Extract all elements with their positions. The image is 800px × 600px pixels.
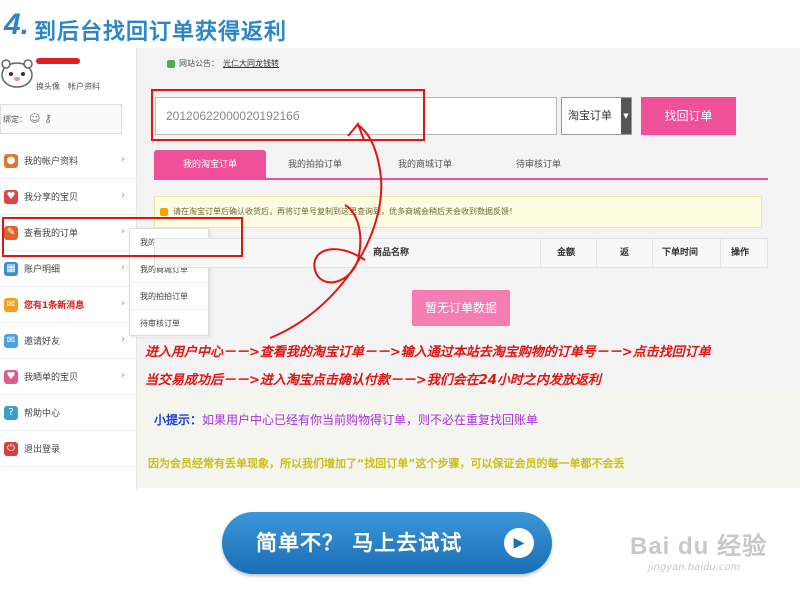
instruction-step-1: 进入用户中心－－>查看我的淘宝订单－－>输入通过本站去淘宝购物的订单号－－>点击… [145, 345, 711, 360]
col-amount: 金额 [557, 248, 576, 258]
lost-order-warning: 因为会员经常有丢单现象，所以我们增加了“找回订单”这个步骤，可以保证会员的每一单… [148, 457, 625, 470]
bind-account-icons[interactable]: ☺ ⚷ [29, 112, 52, 125]
sidebar-item-label: 您有1条新消息 [24, 301, 85, 311]
share-icon: ♥ [4, 369, 18, 384]
sidebar-item-shared[interactable]: ♥ 我分享的宝贝 › [0, 179, 137, 215]
step-heading: 4. 到后台找回订单获得返利 [0, 6, 800, 46]
chevron-right-icon: › [121, 370, 125, 381]
sidebar-item-label: 邀请好友 [24, 337, 61, 347]
sidebar-item-label: 帮助中心 [24, 409, 61, 419]
hint-title: 小提示： [154, 413, 203, 427]
column-divider [720, 239, 721, 267]
find-order-button[interactable]: 找回订单 [641, 97, 736, 135]
submenu-item-pending[interactable]: 待审核订单 [130, 310, 208, 337]
col-rebate: 返 [620, 248, 630, 258]
hint-text: 如果用户中心已经有你当前购物得订单，则不必在重复找回账单 [202, 413, 539, 427]
watermark-url: jingyan.baidu.com [648, 562, 741, 573]
message-icon: ✉ [4, 297, 18, 312]
sidebar-item-messages[interactable]: ✉ 您有1条新消息 › [0, 287, 137, 323]
sidebar-item-invite[interactable]: ✉ 邀请好友 › [0, 323, 137, 359]
try-now-button[interactable]: 简单不？ 马上去试试 ▶ [222, 512, 552, 574]
account-icon: ▦ [4, 261, 18, 276]
column-divider [652, 239, 653, 267]
highlight-orders-menu [2, 217, 243, 257]
chevron-right-icon: › [121, 298, 125, 309]
sidebar-item-label: 退出登录 [24, 445, 61, 455]
tab-pending-orders[interactable]: 待审核订单 [516, 150, 561, 180]
instruction-step-2: 当交易成功后－－>进入淘宝点击确认付款－－>我们会在24小时之内发放返利 [145, 373, 601, 388]
user-sidebar: 换头像 帐户资料 绑定： ☺ ⚷ ● 我的帐户资料 › ♥ 我分享的宝贝 › ✎… [0, 48, 137, 490]
change-avatar-link[interactable]: 换头像 [36, 81, 60, 92]
hint-panel [138, 388, 800, 488]
step-title: 到后台找回订单获得返利 [34, 20, 288, 45]
order-type-select[interactable]: 淘宝订单 ▼ [561, 97, 632, 135]
baidu-watermark: Bai du 经验 jingyan.baidu.com [630, 510, 795, 590]
column-divider [596, 239, 597, 267]
invite-icon: ✉ [4, 333, 18, 348]
warning-icon [160, 208, 168, 216]
avatar[interactable] [0, 58, 34, 88]
play-arrow-icon: ▶ [504, 528, 534, 558]
sidebar-item-help[interactable]: ? 帮助中心 [0, 395, 137, 431]
col-order-time: 下单时间 [662, 248, 699, 258]
chevron-right-icon: › [121, 334, 125, 345]
step-number: 4. [4, 8, 30, 41]
sidebar-item-label: 账户明细 [24, 265, 61, 275]
sidebar-item-label: 我分享的宝贝 [24, 193, 79, 203]
user-icon: ● [4, 153, 18, 168]
chevron-right-icon: › [121, 190, 125, 201]
username-redacted [36, 58, 80, 64]
chevron-right-icon: › [121, 262, 125, 273]
help-icon: ? [4, 405, 18, 420]
site-notice: 网站公告： 光仁大同龙钱转 [167, 58, 279, 69]
sidebar-menu: ● 我的帐户资料 › ♥ 我分享的宝贝 › ✎ 查看我的订单 › ▦ 账户明细 … [0, 143, 137, 467]
chevron-right-icon: › [121, 154, 125, 165]
sidebar-item-label: 我的帐户资料 [24, 157, 79, 167]
watermark-logo-text: Bai du 经验 [630, 533, 768, 560]
sidebar-item-logout[interactable]: ⏻ 退出登录 [0, 431, 137, 467]
notice-label: 网站公告： [179, 59, 219, 68]
logout-icon: ⏻ [4, 441, 18, 456]
account-info-link[interactable]: 帐户资料 [68, 81, 100, 92]
cta-label: 简单不？ 马上去试试 [256, 531, 463, 555]
order-type-value: 淘宝订单 [568, 109, 612, 122]
bind-label: 绑定： [3, 115, 27, 124]
column-divider [540, 239, 541, 267]
bind-box: 绑定： ☺ ⚷ [0, 104, 122, 134]
sidebar-item-label: 我晒单的宝贝 [24, 373, 79, 383]
annotation-arrow [269, 122, 383, 339]
notice-link[interactable]: 光仁大同龙钱转 [223, 58, 279, 69]
hint-line: 小提示：如果用户中心已经有你当前购物得订单，则不必在重复找回账单 [154, 411, 538, 428]
empty-orders-badge: 暂无订单数据 [412, 290, 510, 326]
dropdown-arrow-icon: ▼ [621, 98, 631, 134]
notice-icon [167, 59, 175, 68]
sidebar-item-account[interactable]: ● 我的帐户资料 › [0, 143, 137, 179]
avatar-face-icon [1, 59, 33, 88]
col-actions: 操作 [731, 248, 750, 258]
sidebar-item-shared-orders[interactable]: ♥ 我晒单的宝贝 › [0, 359, 137, 395]
submenu-item-paipai[interactable]: 我的拍拍订单 [130, 283, 208, 310]
user-links: 换头像 帐户资料 [36, 81, 100, 92]
heart-icon: ♥ [4, 189, 18, 204]
